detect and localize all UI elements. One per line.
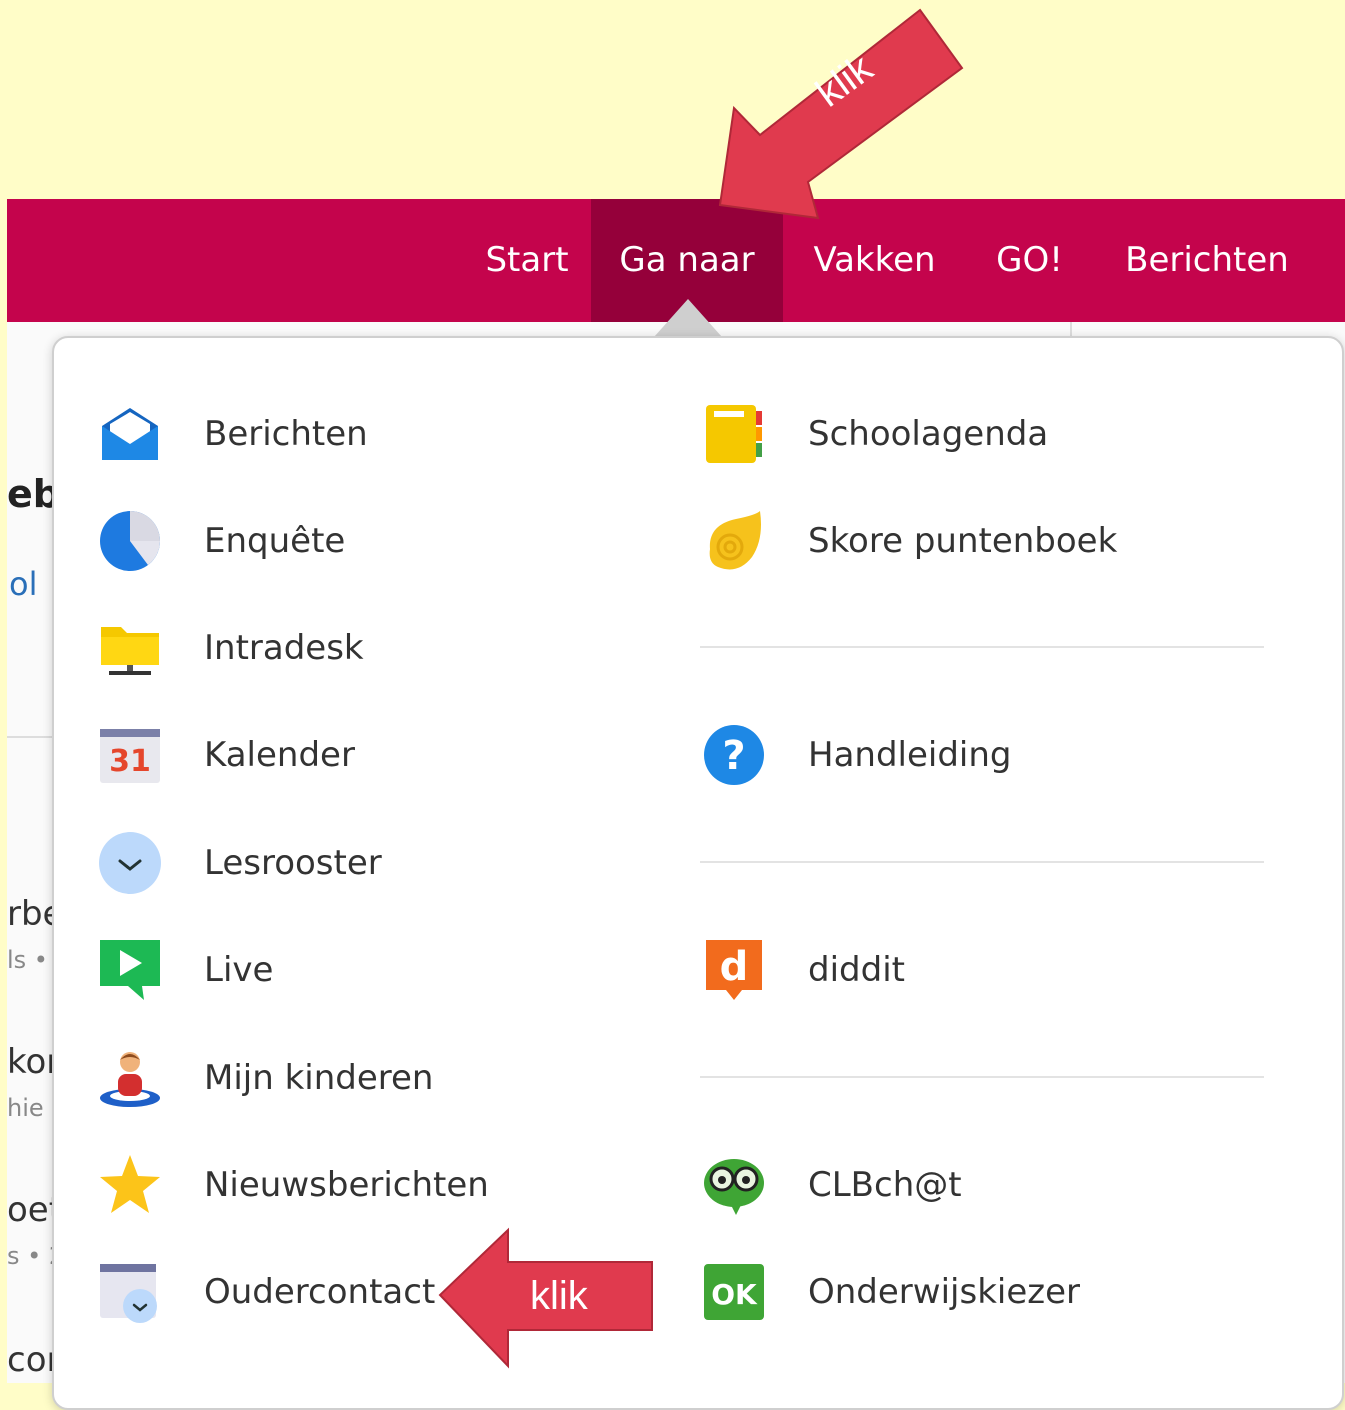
play-chat-icon [98, 938, 162, 1002]
menu-item-label: Live [204, 950, 274, 990]
diddit-icon: d [702, 938, 766, 1002]
svg-text:31: 31 [109, 744, 151, 779]
menu-item-label: CLBch@t [808, 1165, 962, 1205]
menu-item-label: Schoolagenda [808, 414, 1049, 454]
owl-chat-icon [702, 1153, 766, 1217]
clock-icon [98, 831, 162, 895]
menu-item-enquete[interactable]: Enquête [98, 501, 345, 581]
ok-icon: OK [702, 1260, 766, 1324]
bottom-arrow-label: klik [530, 1274, 588, 1318]
menu-item-schoolagenda[interactable]: Schoolagenda [702, 394, 1048, 474]
menu-item-clbchat[interactable]: CLBch@t [702, 1145, 962, 1225]
calendar-icon: 31 [98, 723, 162, 787]
notebook-icon [702, 402, 766, 466]
menu-item-diddit[interactable]: d diddit [702, 930, 905, 1010]
menu-item-oudercontact[interactable]: Oudercontact [98, 1252, 435, 1332]
menu-item-intradesk[interactable]: Intradesk [98, 608, 364, 688]
menu-item-label: Oudercontact [204, 1272, 436, 1312]
menu-item-nieuwsberichten[interactable]: Nieuwsberichten [98, 1145, 489, 1225]
menu-item-label: diddit [808, 950, 905, 990]
menu-item-kalender[interactable]: 31 Kalender [98, 715, 355, 795]
dropdown-caret [654, 299, 722, 337]
menu-item-live[interactable]: Live [98, 930, 273, 1010]
menu-item-label: Enquête [204, 521, 346, 561]
menu-item-label: Skore puntenboek [808, 521, 1118, 561]
svg-text:OK: OK [711, 1278, 758, 1311]
menu-item-onderwijskiezer[interactable]: OK Onderwijskiezer [702, 1252, 1080, 1332]
shell-icon [702, 509, 766, 573]
nav-vakken[interactable]: Vakken [792, 199, 957, 322]
top-arrow-label: klik [808, 46, 881, 116]
menu-item-label: Intradesk [204, 628, 364, 668]
menu-item-label: Kalender [204, 735, 355, 775]
menu-item-label: Berichten [204, 414, 368, 454]
menu-item-handleiding[interactable]: ? Handleiding [702, 715, 1012, 795]
menu-item-label: Onderwijskiezer [808, 1272, 1080, 1312]
menu-item-lesrooster[interactable]: Lesrooster [98, 823, 382, 903]
menu-item-berichten[interactable]: Berichten [98, 394, 368, 474]
child-icon [98, 1046, 162, 1110]
menu-divider [700, 861, 1264, 863]
bg-fragment-meta: ls • [7, 946, 48, 974]
menu-divider [700, 1076, 1264, 1078]
menu-item-skore[interactable]: Skore puntenboek [702, 501, 1117, 581]
menu-item-label: Handleiding [808, 735, 1012, 775]
menu-item-label: Nieuwsberichten [204, 1165, 489, 1205]
nav-go[interactable]: GO! [982, 199, 1077, 322]
envelope-icon [98, 402, 162, 466]
ga-naar-dropdown: Berichten Enquête Intradesk 31 Kalender … [52, 336, 1344, 1410]
nav-berichten[interactable]: Berichten [1107, 199, 1307, 322]
top-arrow-shape [718, 8, 964, 220]
menu-item-label: Lesrooster [204, 843, 382, 883]
menu-item-label: Mijn kinderen [204, 1058, 434, 1098]
menu-divider [700, 646, 1264, 648]
folder-icon [98, 616, 162, 680]
calendar-clock-icon [98, 1260, 162, 1324]
question-icon: ? [702, 723, 766, 787]
svg-text:?: ? [722, 733, 745, 779]
bg-fragment-meta: hie [7, 1094, 44, 1122]
svg-text:d: d [720, 944, 749, 990]
menu-item-mijn-kinderen[interactable]: Mijn kinderen [98, 1038, 433, 1118]
star-icon [98, 1153, 162, 1217]
pie-chart-icon [98, 509, 162, 573]
nav-start[interactable]: Start [467, 199, 587, 322]
bg-fragment-link: ol [9, 565, 38, 603]
